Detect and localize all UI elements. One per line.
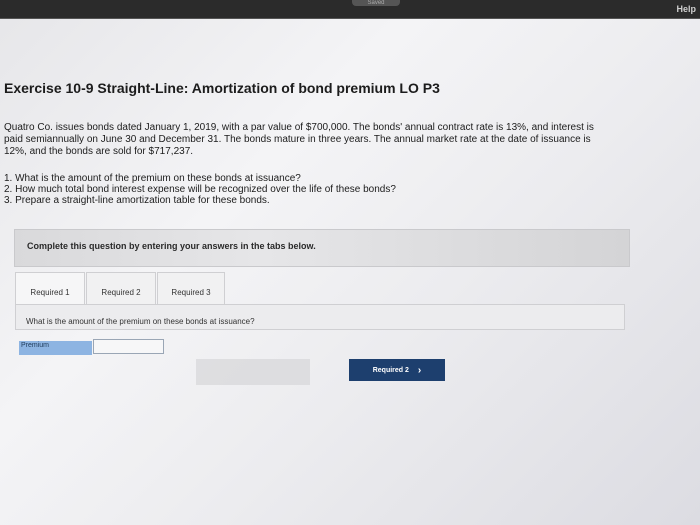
description-line: Quatro Co. issues bonds dated January 1,… <box>4 122 594 133</box>
instructions-text: Complete this question by entering your … <box>27 241 316 251</box>
chevron-right-icon: › <box>417 364 422 376</box>
question-list: 1. What is the amount of the premium on … <box>4 173 684 206</box>
previous-button-disabled <box>196 359 310 385</box>
tab-required-1[interactable]: Required 1 <box>15 272 85 304</box>
top-bar: Saved Help <box>0 0 700 19</box>
description-line: 12%, and the bonds are sold for $717,237… <box>4 146 194 157</box>
question-item: 2. How much total bond interest expense … <box>4 184 396 195</box>
exercise-description: Quatro Co. issues bonds dated January 1,… <box>4 122 684 158</box>
premium-label: Premium <box>19 341 92 355</box>
help-button[interactable]: Help <box>670 2 700 16</box>
required-question-text: What is the amount of the premium on the… <box>26 317 255 326</box>
question-item: 1. What is the amount of the premium on … <box>4 173 301 184</box>
description-line: paid semiannually on June 30 and Decembe… <box>4 134 591 145</box>
instructions-box: Complete this question by entering your … <box>14 229 630 267</box>
required-question-panel: What is the amount of the premium on the… <box>15 304 625 330</box>
saved-indicator: Saved <box>352 0 400 6</box>
next-button-label: Required 2 <box>372 366 409 374</box>
question-item: 3. Prepare a straight-line amortization … <box>4 195 270 206</box>
premium-input[interactable] <box>93 339 164 354</box>
tab-required-2[interactable]: Required 2 <box>86 272 156 304</box>
exercise-title: Exercise 10-9 Straight-Line: Amortizatio… <box>4 80 440 96</box>
tab-required-3[interactable]: Required 3 <box>157 272 225 304</box>
next-required-button[interactable]: Required 2 › <box>349 359 445 381</box>
